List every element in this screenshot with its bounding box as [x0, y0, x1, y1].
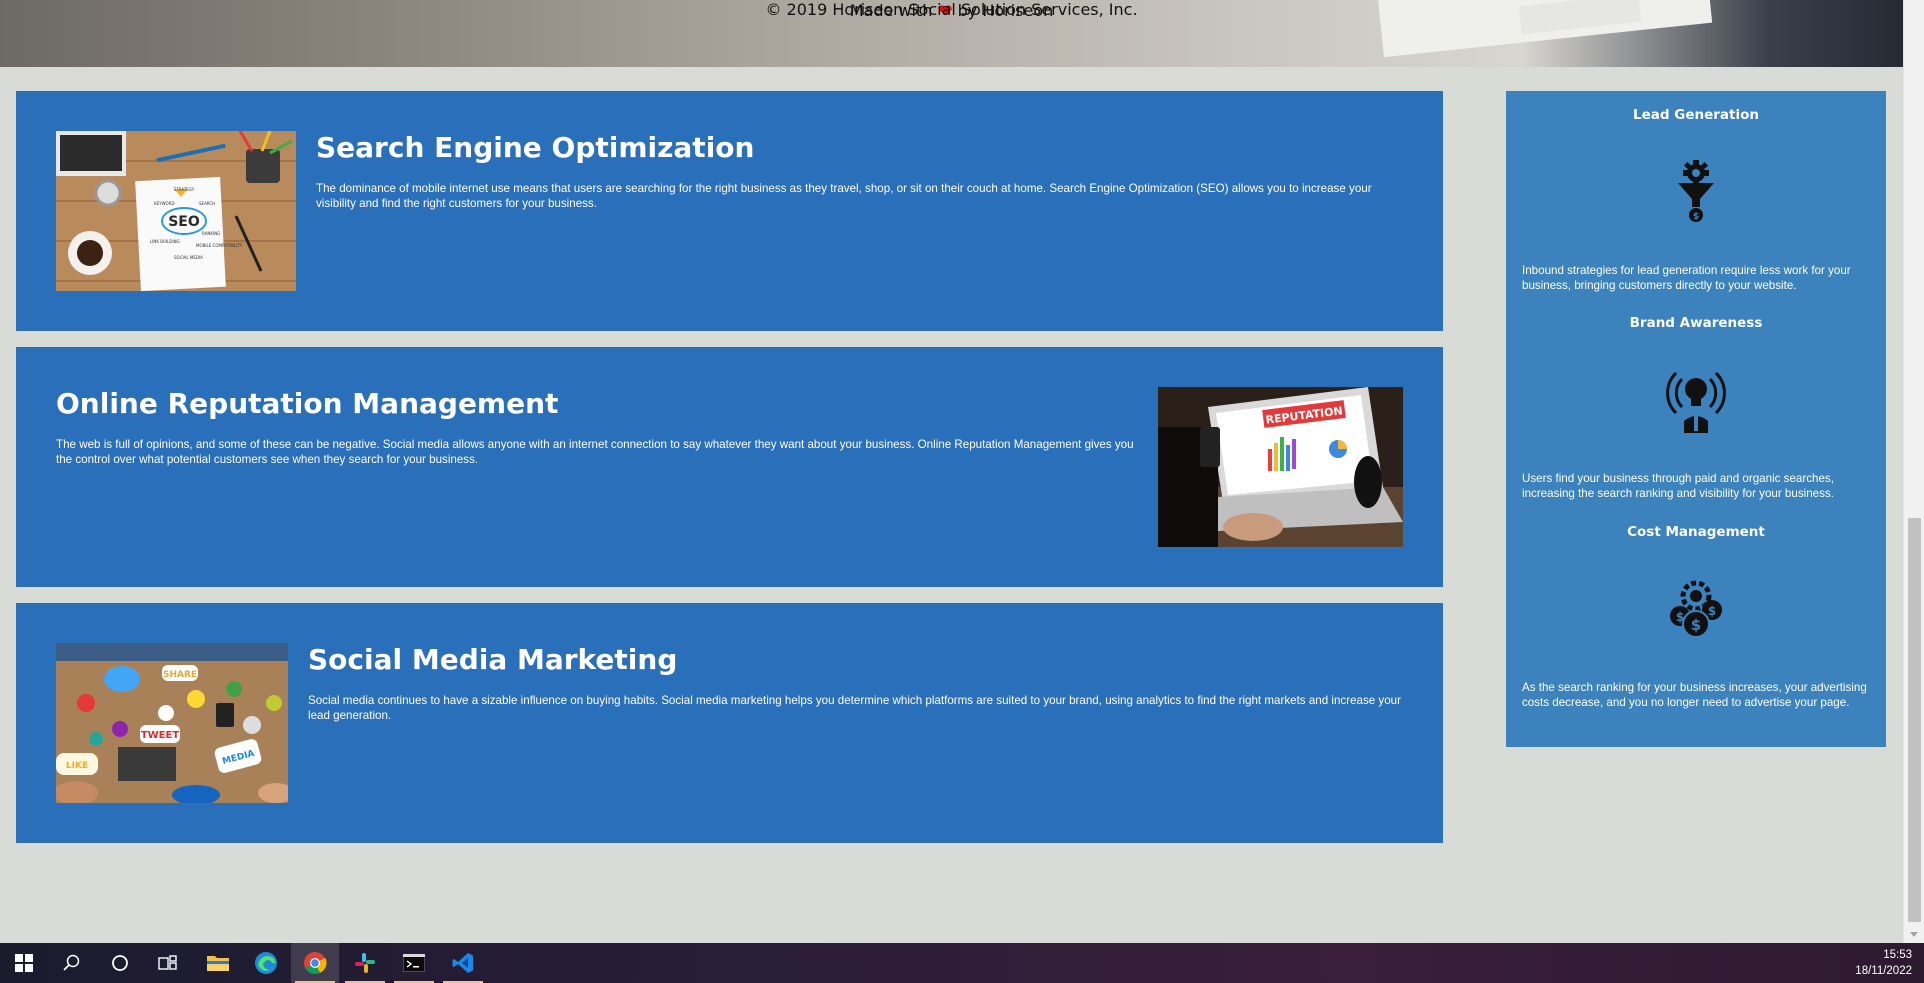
benefit-description: As the search ranking for your business … — [1522, 681, 1867, 709]
seo-image-keyword: LINK BUILDING — [150, 239, 180, 244]
social-image-word: SHARE — [163, 670, 197, 680]
cortana-circle-icon — [112, 955, 128, 971]
seo-image-keyword: STRATEGY — [174, 187, 195, 192]
page-scrollbar[interactable] — [1903, 0, 1924, 943]
service-description: The web is full of opinions, and some of… — [56, 438, 1134, 466]
slack-button[interactable] — [341, 943, 389, 983]
social-image-word: LIKE — [66, 761, 88, 771]
terminal-icon — [403, 954, 425, 972]
social-image-word: TWEET — [141, 730, 180, 741]
service-title: Online Reputation Management — [56, 387, 559, 420]
benefit-title: Brand Awareness — [1629, 315, 1763, 331]
edge-browser-button[interactable] — [242, 943, 290, 983]
chrome-browser-button[interactable] — [291, 943, 339, 983]
service-title: Social Media Marketing — [308, 643, 678, 676]
seo-image-keyword: SOCIAL MEDIA — [174, 255, 203, 260]
windows-taskbar: 15:53 18/11/2022 — [0, 943, 1924, 983]
clock-date: 18/11/2022 — [1855, 965, 1912, 977]
system-clock[interactable]: 15:53 18/11/2022 — [1855, 947, 1912, 979]
windows-start-button[interactable] — [0, 943, 48, 983]
slack-icon — [355, 953, 375, 973]
lead-funnel-icon: $ — [1666, 159, 1726, 225]
benefit-brand-awareness: Brand Awareness Users find your business… — [1506, 315, 1886, 500]
vscode-button[interactable] — [439, 943, 487, 983]
service-card-reputation: Online Reputation Management The web is … — [16, 347, 1443, 587]
seo-image-keyword: MOBILE COMPATIBILITY — [196, 243, 243, 248]
benefit-title: Cost Management — [1627, 524, 1765, 540]
benefit-description: Users find your business through paid an… — [1522, 472, 1834, 500]
svg-text:$: $ — [1708, 604, 1716, 618]
terminal-button[interactable] — [390, 943, 438, 983]
edge-icon — [255, 952, 277, 974]
scroll-down-arrow-icon[interactable] — [1910, 932, 1918, 937]
benefit-description: Inbound strategies for lead generation r… — [1522, 264, 1851, 292]
benefit-title: Lead Generation — [1633, 107, 1759, 123]
social-media-image: SHARE TWEET LIKE MEDIA — [56, 643, 288, 803]
seo-image-keyword: KEYWORD — [154, 201, 175, 206]
taskbar-search-button[interactable] — [48, 943, 96, 983]
seo-image-keyword: SEARCH — [199, 201, 215, 206]
benefits-sidebar: Lead Generation $ Inbound strategies for… — [1506, 91, 1886, 747]
service-title: Search Engine Optimization — [316, 131, 755, 164]
cortana-button[interactable] — [96, 943, 144, 983]
seo-image-keyword: SEO — [168, 214, 200, 230]
task-view-button[interactable] — [144, 943, 192, 983]
service-description: Social media continues to have a sizable… — [308, 694, 1401, 722]
clock-time: 15:53 — [1883, 949, 1912, 961]
windows-logo-icon — [15, 954, 33, 972]
svg-text:$: $ — [1691, 616, 1701, 634]
search-icon — [63, 954, 80, 971]
seo-image-keyword: RANKING — [202, 231, 220, 236]
folder-icon — [207, 956, 229, 971]
service-card-seo: SEO STRATEGY KEYWORD SEARCH LINK BUILDIN… — [16, 91, 1443, 331]
gear-dollar-icon: $ $ $ — [1666, 576, 1726, 642]
benefit-cost-management: Cost Management $ $ $ As the search rank… — [1506, 524, 1886, 709]
file-explorer-button[interactable] — [194, 943, 242, 983]
lightbulb-broadcast-icon — [1666, 367, 1726, 433]
benefit-lead-generation: Lead Generation $ Inbound strategies for… — [1506, 107, 1886, 292]
reputation-image: REPUTATION — [1158, 387, 1403, 547]
svg-text:$: $ — [1693, 212, 1699, 222]
service-card-social-media: SHARE TWEET LIKE MEDIA Social Media Mark… — [16, 603, 1443, 843]
chrome-icon — [304, 952, 327, 974]
vscode-icon — [452, 953, 473, 973]
seo-image: SEO STRATEGY KEYWORD SEARCH LINK BUILDIN… — [56, 131, 296, 291]
scrollbar-thumb[interactable] — [1908, 518, 1921, 922]
task-view-icon — [158, 955, 177, 970]
service-description: The dominance of mobile internet use mea… — [316, 182, 1372, 210]
footer-copyright: © 2019 Horiseon Social Solution Services… — [765, 0, 1138, 19]
